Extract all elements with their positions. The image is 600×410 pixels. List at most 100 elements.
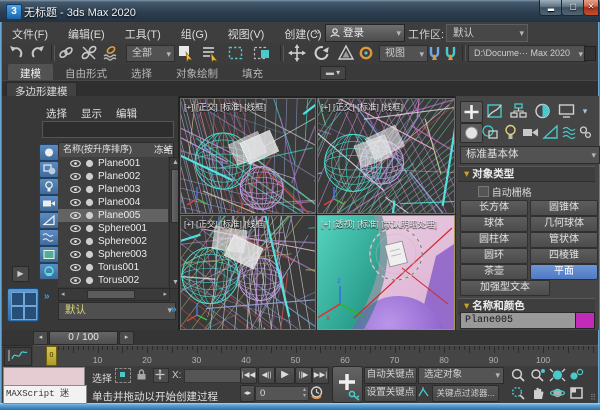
viewport-label[interactable]: [+] [透视] [标准] [默认明暗处理] <box>321 218 437 230</box>
hierarchy-tab[interactable] <box>508 101 529 121</box>
ribbon-tab[interactable]: 建模 <box>8 64 53 80</box>
helpers-filter-icon[interactable] <box>39 212 59 229</box>
timeline-ruler[interactable]: 0102030405060708090100 <box>33 345 598 367</box>
select-object-button[interactable] <box>177 44 197 63</box>
primitive-category-dropdown[interactable]: 标准基本体 ▾ <box>460 146 600 164</box>
cameras-category-button[interactable] <box>520 123 541 141</box>
set-keys-button[interactable] <box>332 366 363 403</box>
object-color-swatch[interactable] <box>575 312 595 329</box>
close-button[interactable]: ✕ <box>583 0 599 16</box>
primitive-button[interactable]: 球体 <box>460 216 528 232</box>
project-folder-dropdown[interactable]: D:\Docume··· Max 2020▾ <box>468 45 587 62</box>
textplus-button[interactable]: 加强型文本 <box>460 280 550 296</box>
list-horizontal-scrollbar[interactable]: ◂ ▸ <box>58 288 170 301</box>
viewport-bottom-left[interactable]: [+] [正交] [标准] [线框] <box>180 215 316 330</box>
visibility-eye-icon[interactable] <box>70 263 81 272</box>
go-to-end-button[interactable]: ▶▶| <box>312 367 329 384</box>
redo-button[interactable] <box>29 44 49 63</box>
keying-selection-dropdown[interactable]: 选定对象▾ <box>418 367 504 384</box>
viewport-label[interactable]: [+] [正交] [标准] [线框] <box>184 101 266 113</box>
auto-key-button[interactable]: 自动关键点 <box>364 367 417 384</box>
lights-category-button[interactable] <box>500 123 521 141</box>
ribbon-tab[interactable]: 自由形式 <box>53 64 119 80</box>
containers-filter-icon[interactable] <box>39 263 59 280</box>
explorer-tab[interactable]: 编辑 <box>116 106 137 121</box>
go-to-start-button[interactable]: |◀◀ <box>240 367 257 384</box>
helpers-category-button[interactable] <box>540 123 561 141</box>
explorer-search-input[interactable] <box>42 121 174 138</box>
visibility-eye-icon[interactable] <box>70 211 81 220</box>
list-header-freeze[interactable]: 冻结 <box>154 142 173 156</box>
undo-button[interactable] <box>7 44 27 63</box>
table-row[interactable]: Sphere003 <box>58 248 168 261</box>
systems-category-button[interactable] <box>578 123 593 141</box>
lights-filter-icon[interactable] <box>39 178 59 195</box>
table-row[interactable]: Torus001 <box>58 261 168 274</box>
angle-snap-toggle-button[interactable] <box>443 44 458 63</box>
link-button[interactable] <box>57 44 77 63</box>
maximize-viewport-toggle-button[interactable] <box>567 385 586 401</box>
explorer-collapse-chevron[interactable]: » <box>44 291 50 302</box>
maximize-button[interactable]: ▢ <box>561 0 585 16</box>
zoom-region-button[interactable] <box>508 385 527 401</box>
resize-grip[interactable]: ⠿ <box>590 393 596 402</box>
display-tab[interactable] <box>556 101 577 121</box>
key-mode-toggle-button[interactable]: ◂▸ <box>240 385 255 402</box>
explorer-tab[interactable]: 显示 <box>81 106 102 121</box>
primitive-button[interactable]: 茶壶 <box>460 264 528 280</box>
selection-set-dropdown[interactable]: 默认 ▾ <box>58 302 176 320</box>
ribbon-display-toggle[interactable]: ▬ ▾ <box>320 66 346 80</box>
primitive-button[interactable]: 几何球体 <box>530 216 598 232</box>
menu-item[interactable]: 文件(F) <box>2 22 58 43</box>
mini-curve-editor-button[interactable] <box>4 347 32 366</box>
scrollbar-thumb[interactable] <box>87 290 135 299</box>
visibility-eye-icon[interactable] <box>70 276 81 285</box>
visibility-eye-icon[interactable] <box>70 198 81 207</box>
select-by-name-button[interactable] <box>201 44 221 63</box>
panel-expand-button[interactable]: ▶ <box>12 266 29 282</box>
viewport-layout-tab-button[interactable] <box>7 288 39 322</box>
visibility-eye-icon[interactable] <box>70 237 81 246</box>
object-type-rollout[interactable]: ▾ 对象类型 <box>458 166 595 182</box>
bones-filter-icon[interactable] <box>39 246 59 263</box>
scroll-left-icon[interactable]: ◂ <box>61 290 65 298</box>
primitive-button[interactable]: 管状体 <box>530 232 598 248</box>
primitive-button[interactable]: 圆锥体 <box>530 200 598 216</box>
time-configuration-button[interactable] <box>309 385 324 400</box>
viewport-top-right[interactable]: [+] [正交] [标准] [线框] <box>317 98 455 214</box>
ribbon-tab[interactable]: 填充 <box>230 64 275 80</box>
zoom-all-button[interactable] <box>528 367 547 383</box>
unlink-button[interactable] <box>80 44 100 63</box>
geometry-filter-icon[interactable] <box>39 144 59 161</box>
play-button[interactable]: ▶ <box>275 367 295 384</box>
zoom-button[interactable] <box>508 367 527 383</box>
primitive-button[interactable]: 四棱锥 <box>530 248 598 264</box>
next-frame-button[interactable]: ||▶ <box>295 367 312 384</box>
toolbar-overflow-button[interactable] <box>584 46 596 61</box>
object-name-field[interactable]: Plane005 <box>460 312 576 329</box>
visibility-eye-icon[interactable] <box>70 159 81 168</box>
rectangular-selection-region-button[interactable] <box>227 44 247 63</box>
shapes-filter-icon[interactable] <box>39 161 59 178</box>
table-row[interactable]: Plane004 <box>58 196 168 209</box>
menu-overflow-chevron[interactable]: » <box>314 26 320 38</box>
table-row[interactable]: Plane005 <box>58 209 168 222</box>
motion-tab[interactable] <box>532 101 553 121</box>
scale-button[interactable] <box>337 44 357 63</box>
zoom-extents-all-button[interactable] <box>567 367 586 383</box>
viewport-label[interactable]: [+] [正交] [标准] [线框] <box>321 101 403 113</box>
primitive-button[interactable]: 长方体 <box>460 200 528 216</box>
previous-frame-button[interactable]: ◀|| <box>258 367 275 384</box>
x-coordinate-field[interactable] <box>184 369 242 383</box>
table-row[interactable]: Plane003 <box>58 183 168 196</box>
visibility-eye-icon[interactable] <box>70 250 81 259</box>
explorer-tab[interactable]: 选择 <box>46 106 67 121</box>
visibility-eye-icon[interactable] <box>70 172 81 181</box>
primitive-button[interactable]: 平面 <box>530 264 598 280</box>
workspace-dropdown[interactable]: 默认 ▾ <box>446 24 528 42</box>
zoom-extents-button[interactable] <box>548 367 567 383</box>
table-row[interactable]: Torus002 <box>58 274 168 287</box>
table-row[interactable]: Plane001 <box>58 157 168 170</box>
minimize-button[interactable]: ▂ <box>539 0 563 16</box>
menu-item[interactable]: 创建(C) <box>274 22 331 43</box>
